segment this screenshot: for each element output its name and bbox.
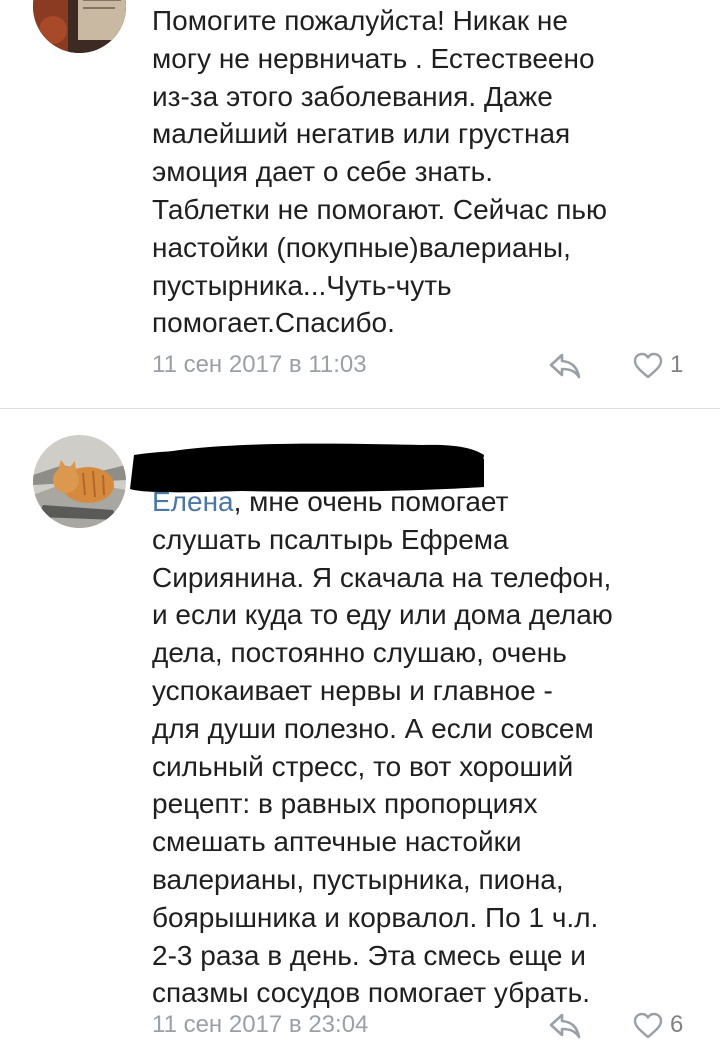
comment-1-avatar[interactable] xyxy=(33,0,126,53)
comment-2-like-count: 6 xyxy=(670,1011,684,1038)
comment-1-text: Помогите пожалуйста! Никак не могу не не… xyxy=(152,5,607,339)
reply-icon[interactable] xyxy=(548,1012,582,1040)
comment-2-body: , мне очень помогает слушать псалтырь Еф… xyxy=(152,486,613,1009)
heart-outline-icon[interactable] xyxy=(633,1012,663,1040)
comment-2: Елена, мне очень помогает слушать псалты… xyxy=(0,409,720,1039)
comment-2-avatar[interactable] xyxy=(33,435,126,528)
comment-1-timestamp[interactable]: 11 сен 2017 в 11:03 xyxy=(152,351,367,379)
book-avatar-image xyxy=(33,0,126,53)
comment-1: Помогите пожалуйста! Никак не могу не не… xyxy=(0,0,720,408)
reply-icon[interactable] xyxy=(548,352,582,380)
comment-1-like-count: 1 xyxy=(670,351,684,378)
mention-link[interactable]: Елена xyxy=(152,486,234,517)
comment-2-timestamp[interactable]: 11 сен 2017 в 23:04 xyxy=(152,1011,368,1039)
comment-2-text: Елена, мне очень помогает слушать псалты… xyxy=(152,483,697,1012)
cat-avatar-image xyxy=(33,435,126,528)
heart-outline-icon[interactable] xyxy=(633,352,663,380)
